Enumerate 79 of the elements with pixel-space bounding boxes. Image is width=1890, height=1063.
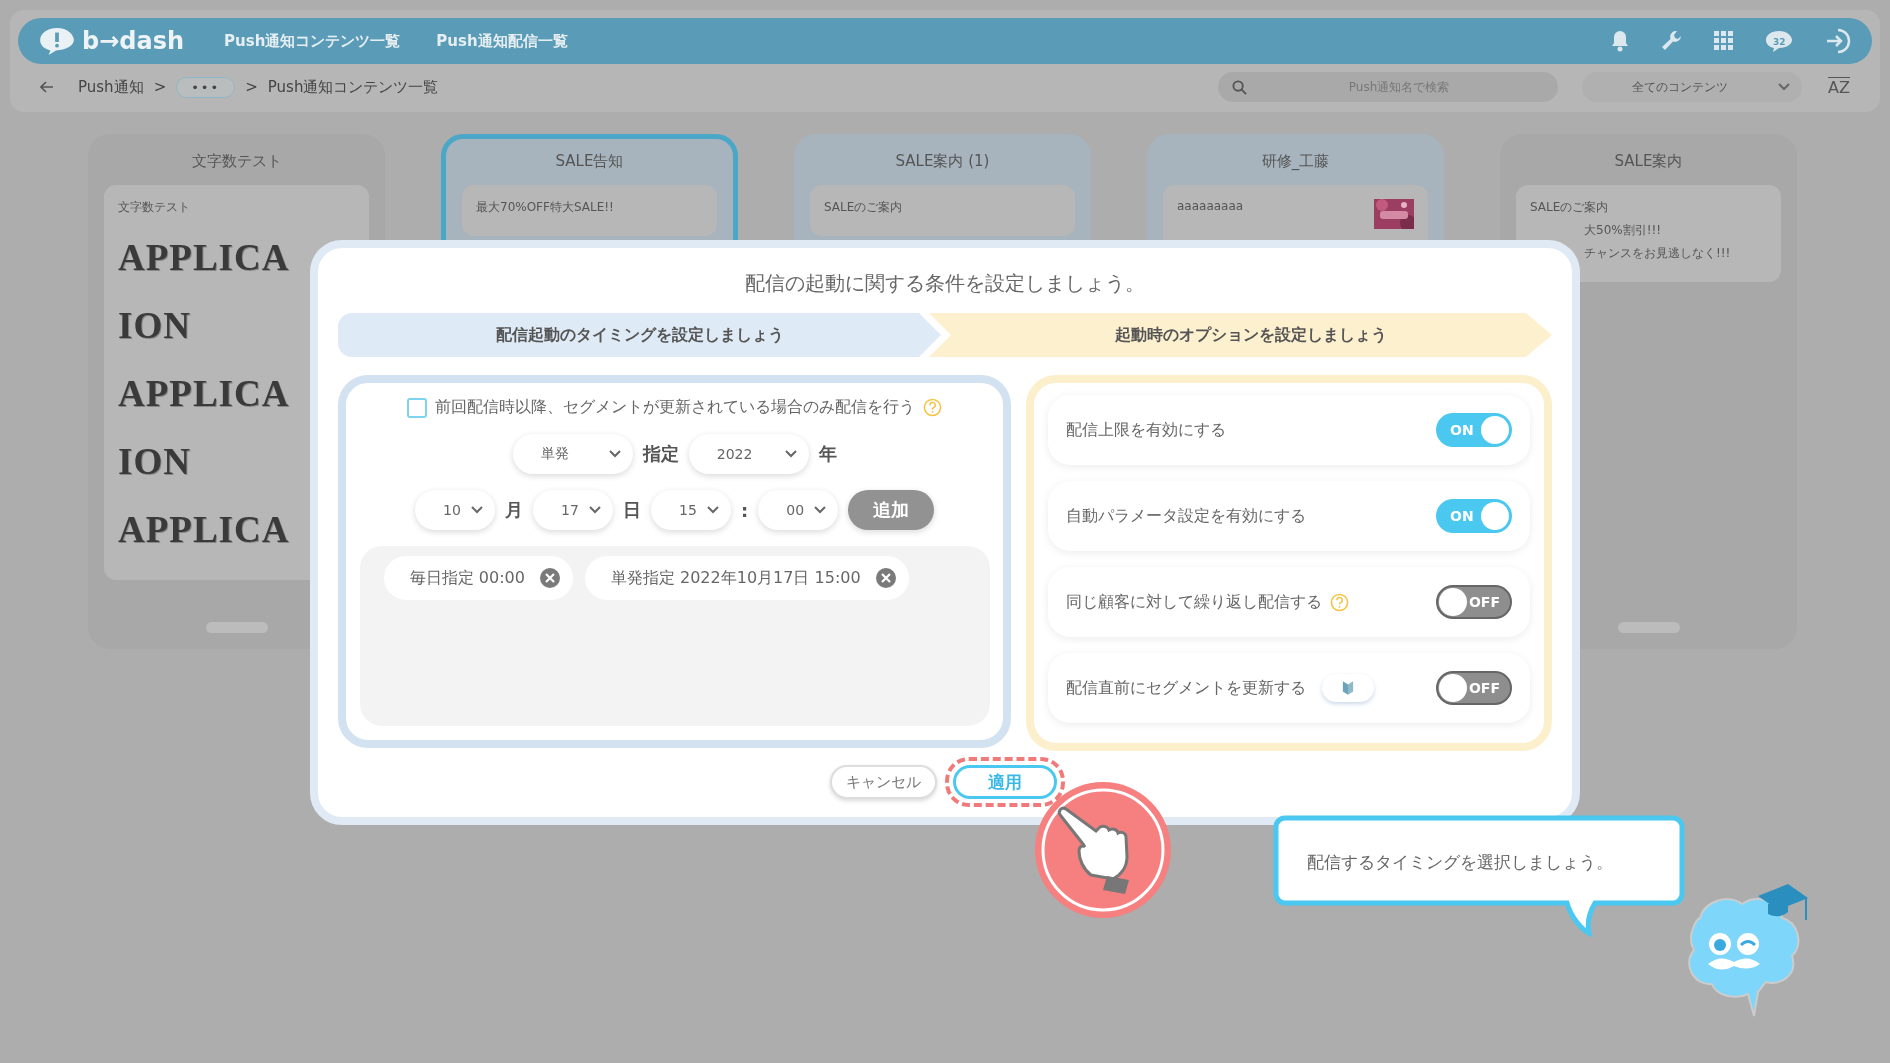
card-title: SALE告知 xyxy=(555,152,624,171)
bell-icon[interactable] xyxy=(1610,30,1630,52)
step-banner: 起動時のオプションを設定しましょう xyxy=(929,313,1552,357)
content-filter-dropdown[interactable]: 全てのコンテンツ xyxy=(1582,72,1803,102)
card-title: SALE案内 xyxy=(1614,152,1683,171)
search-icon xyxy=(1232,80,1248,95)
option-label: 自動パラメータ設定を有効にする xyxy=(1066,505,1307,527)
checkbox-label: 前回配信時以降、セグメントが更新されている場合のみ配信を行う xyxy=(435,397,916,418)
logo-text[interactable]: b→dash xyxy=(82,27,185,55)
preview-title: SALEのご案内 xyxy=(824,199,903,216)
remove-icon[interactable] xyxy=(538,567,561,589)
minute-select[interactable]: 00 xyxy=(758,490,839,530)
toggle-label: OFF xyxy=(1468,594,1500,610)
select-label: 指定 xyxy=(642,442,679,466)
chevron-down-icon xyxy=(784,450,797,458)
cancel-button[interactable]: キャンセル xyxy=(829,765,937,799)
card-title: SALE案内 (1) xyxy=(895,152,990,171)
remove-icon[interactable] xyxy=(874,567,897,589)
back-arrow-icon[interactable] xyxy=(40,81,54,93)
tooltip-text: 配信するタイミングを選択しましょう。 xyxy=(1307,851,1613,874)
preview-title: SALEのご案内 xyxy=(1530,199,1609,216)
leaf-icon xyxy=(1342,680,1355,696)
toggle-switch[interactable]: OFF xyxy=(1436,671,1512,705)
select-label: 月 xyxy=(505,498,524,522)
nav-link[interactable]: Push通知コンテンツ一覧 xyxy=(224,31,401,51)
dialog-title: 配信の起動に関する条件を設定しましょう。 xyxy=(745,270,1145,297)
month-select[interactable]: 10 xyxy=(415,490,496,530)
toggle-switch[interactable]: OFF xyxy=(1436,585,1512,619)
sort-button[interactable]: AZ xyxy=(1828,77,1850,97)
preview-heading: APPLICA xyxy=(118,372,291,416)
step-banner: 配信起動のタイミングを設定しましょう xyxy=(338,313,941,357)
toggle-label: ON xyxy=(1450,422,1474,438)
preview-title: 文字数テスト xyxy=(118,199,190,216)
apply-button[interactable]: 適用 xyxy=(952,765,1057,799)
schedule-label: 単発指定 2022年10月17日 15:00 xyxy=(610,567,861,589)
day-select[interactable]: 17 xyxy=(533,490,614,530)
chevron-down-icon xyxy=(471,506,484,514)
card-title: 文字数テスト xyxy=(191,152,282,171)
option-label: 配信上限を有効にする xyxy=(1066,419,1227,441)
help-icon[interactable] xyxy=(923,398,943,417)
select-label: 年 xyxy=(818,442,837,466)
time-separator: : xyxy=(741,499,749,521)
preview-heading: ION xyxy=(118,304,192,348)
preview-heading: APPLICA xyxy=(118,236,291,280)
year-select[interactable]: 2022 xyxy=(688,434,809,474)
help-icon[interactable] xyxy=(1330,592,1350,612)
preview-text: チャンスをお見逃しなく!!! xyxy=(1583,245,1732,262)
option-label: 配信直前にセグメントを更新する xyxy=(1066,677,1307,699)
breadcrumb-separator: > xyxy=(245,78,258,96)
breadcrumb-more[interactable]: ••• xyxy=(176,76,236,98)
grid-icon[interactable] xyxy=(1714,31,1734,51)
beginner-badge[interactable] xyxy=(1322,674,1375,702)
card-title: 研修_工藤 xyxy=(1261,152,1330,171)
preview-title: 最大70%OFF特大SALE!! xyxy=(476,199,614,216)
preview-heading: APPLICA xyxy=(118,508,291,552)
chat-icon[interactable] xyxy=(1764,29,1794,53)
breadcrumb-separator: > xyxy=(153,78,167,96)
notification-count: 32 xyxy=(1773,37,1786,47)
preview-text: 大50%割引!!! xyxy=(1583,222,1663,239)
breadcrumb-link[interactable]: Push通知 xyxy=(78,77,144,97)
preview-heading: ION xyxy=(118,440,192,484)
select-label: 日 xyxy=(623,498,642,522)
hour-select[interactable]: 15 xyxy=(651,490,732,530)
checkbox[interactable] xyxy=(407,397,428,418)
delivery-type-select[interactable]: 単発 xyxy=(512,434,633,474)
chevron-down-icon xyxy=(589,506,602,514)
preview-title: aaaaaaaaa xyxy=(1177,199,1244,213)
chevron-down-icon xyxy=(1778,83,1791,91)
nav-link[interactable]: Push通知配信一覧 xyxy=(436,31,568,51)
option-label: 同じ顧客に対して繰り返し配信する xyxy=(1066,591,1323,613)
toggle-label: OFF xyxy=(1468,680,1500,696)
toggle-label: ON xyxy=(1450,508,1474,524)
chevron-down-icon xyxy=(814,506,827,514)
chevron-down-icon xyxy=(707,506,720,514)
schedule-label: 毎日指定 00:00 xyxy=(409,567,525,589)
chevron-down-icon xyxy=(608,450,621,458)
breadcrumb-current: Push通知コンテンツ一覧 xyxy=(267,77,439,97)
logout-icon[interactable] xyxy=(1824,28,1852,54)
logo-icon xyxy=(38,26,76,56)
